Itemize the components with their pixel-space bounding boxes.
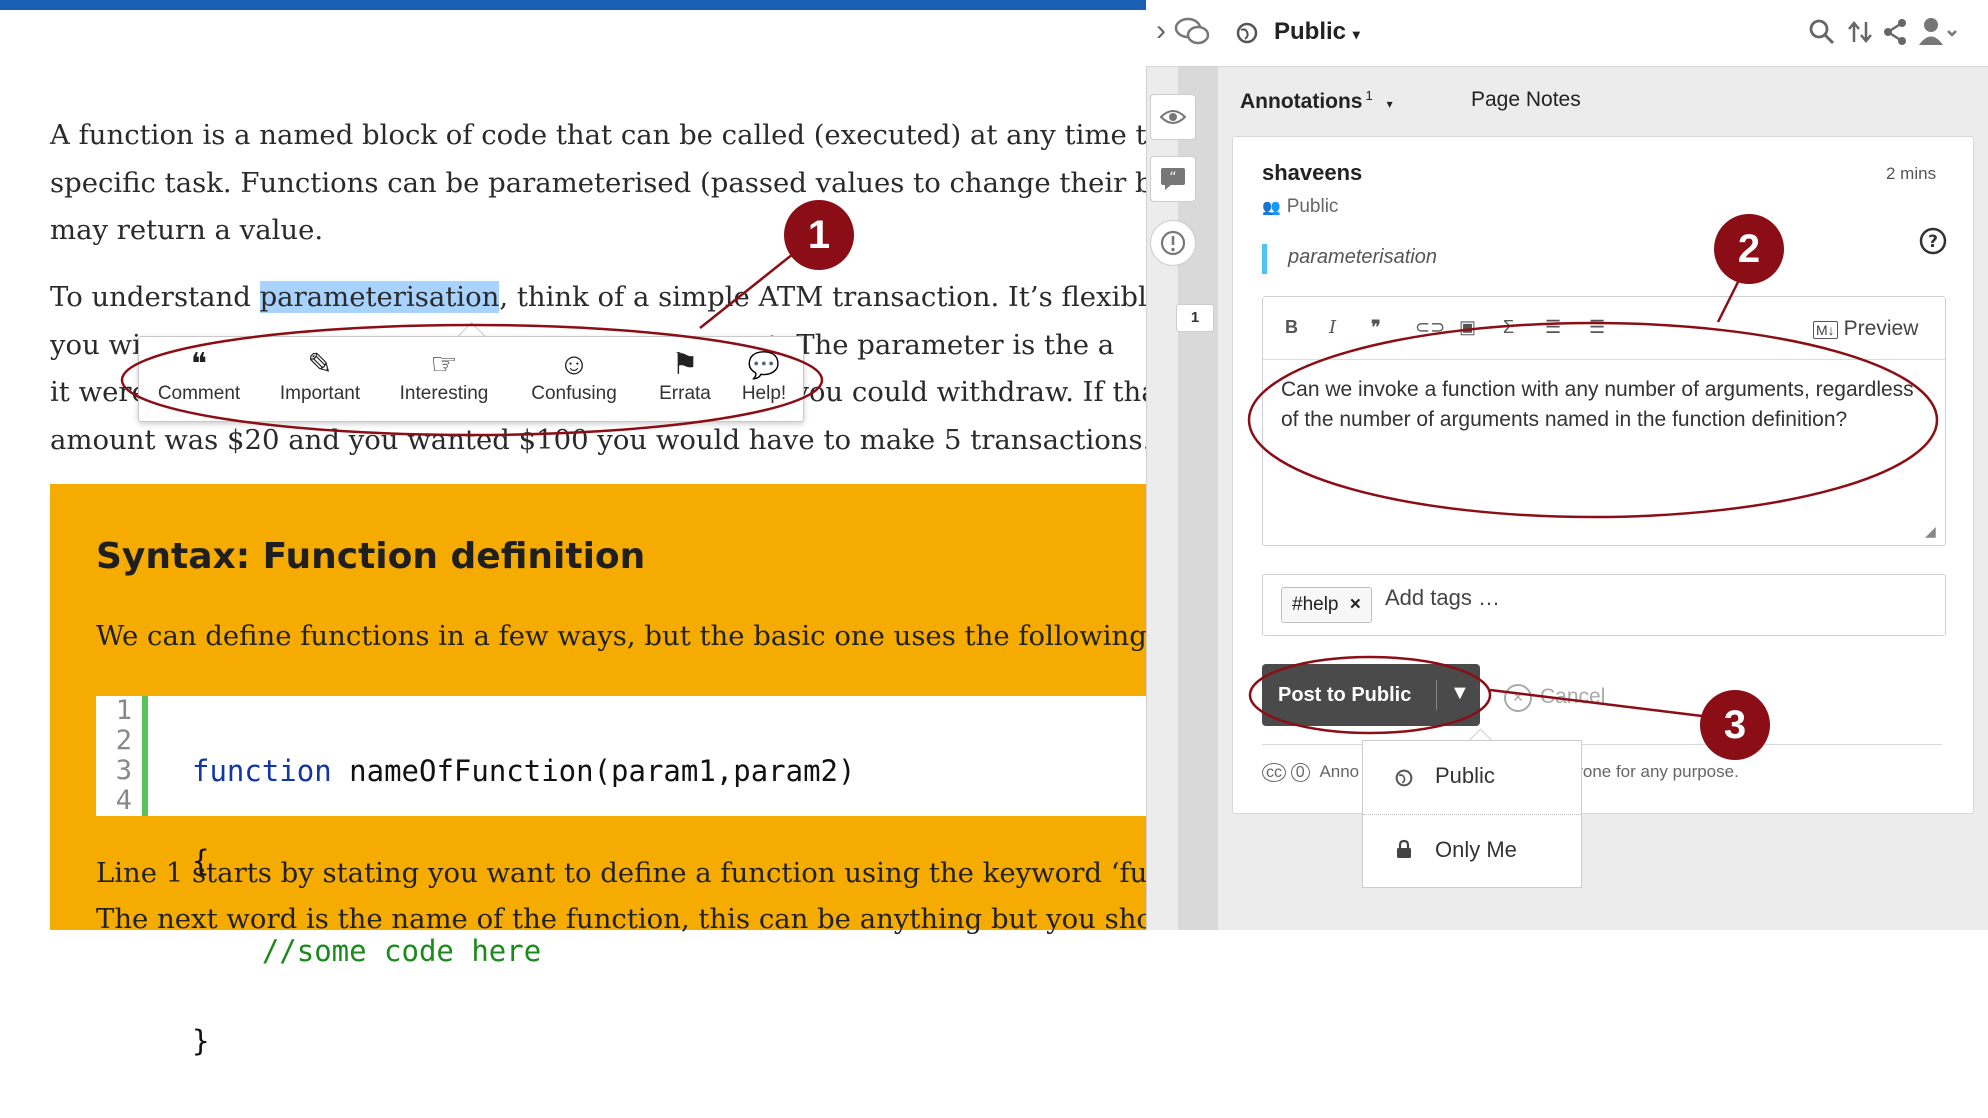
step-marker-2: 2: [1714, 214, 1784, 284]
highlight-ellipse-post: [1248, 655, 1492, 735]
step-marker-1: 1: [784, 200, 854, 270]
tutorial-overlay: [120, 249, 1939, 735]
step-marker-3: 3: [1700, 690, 1770, 760]
pointer-line-2: [1716, 281, 1740, 323]
highlight-ellipse-adder: [120, 323, 824, 437]
highlight-ellipse-editor: [1247, 321, 1939, 519]
pointer-line-1: [699, 249, 799, 329]
code-line: }: [192, 1024, 210, 1058]
pointer-line-3: [1489, 688, 1703, 718]
